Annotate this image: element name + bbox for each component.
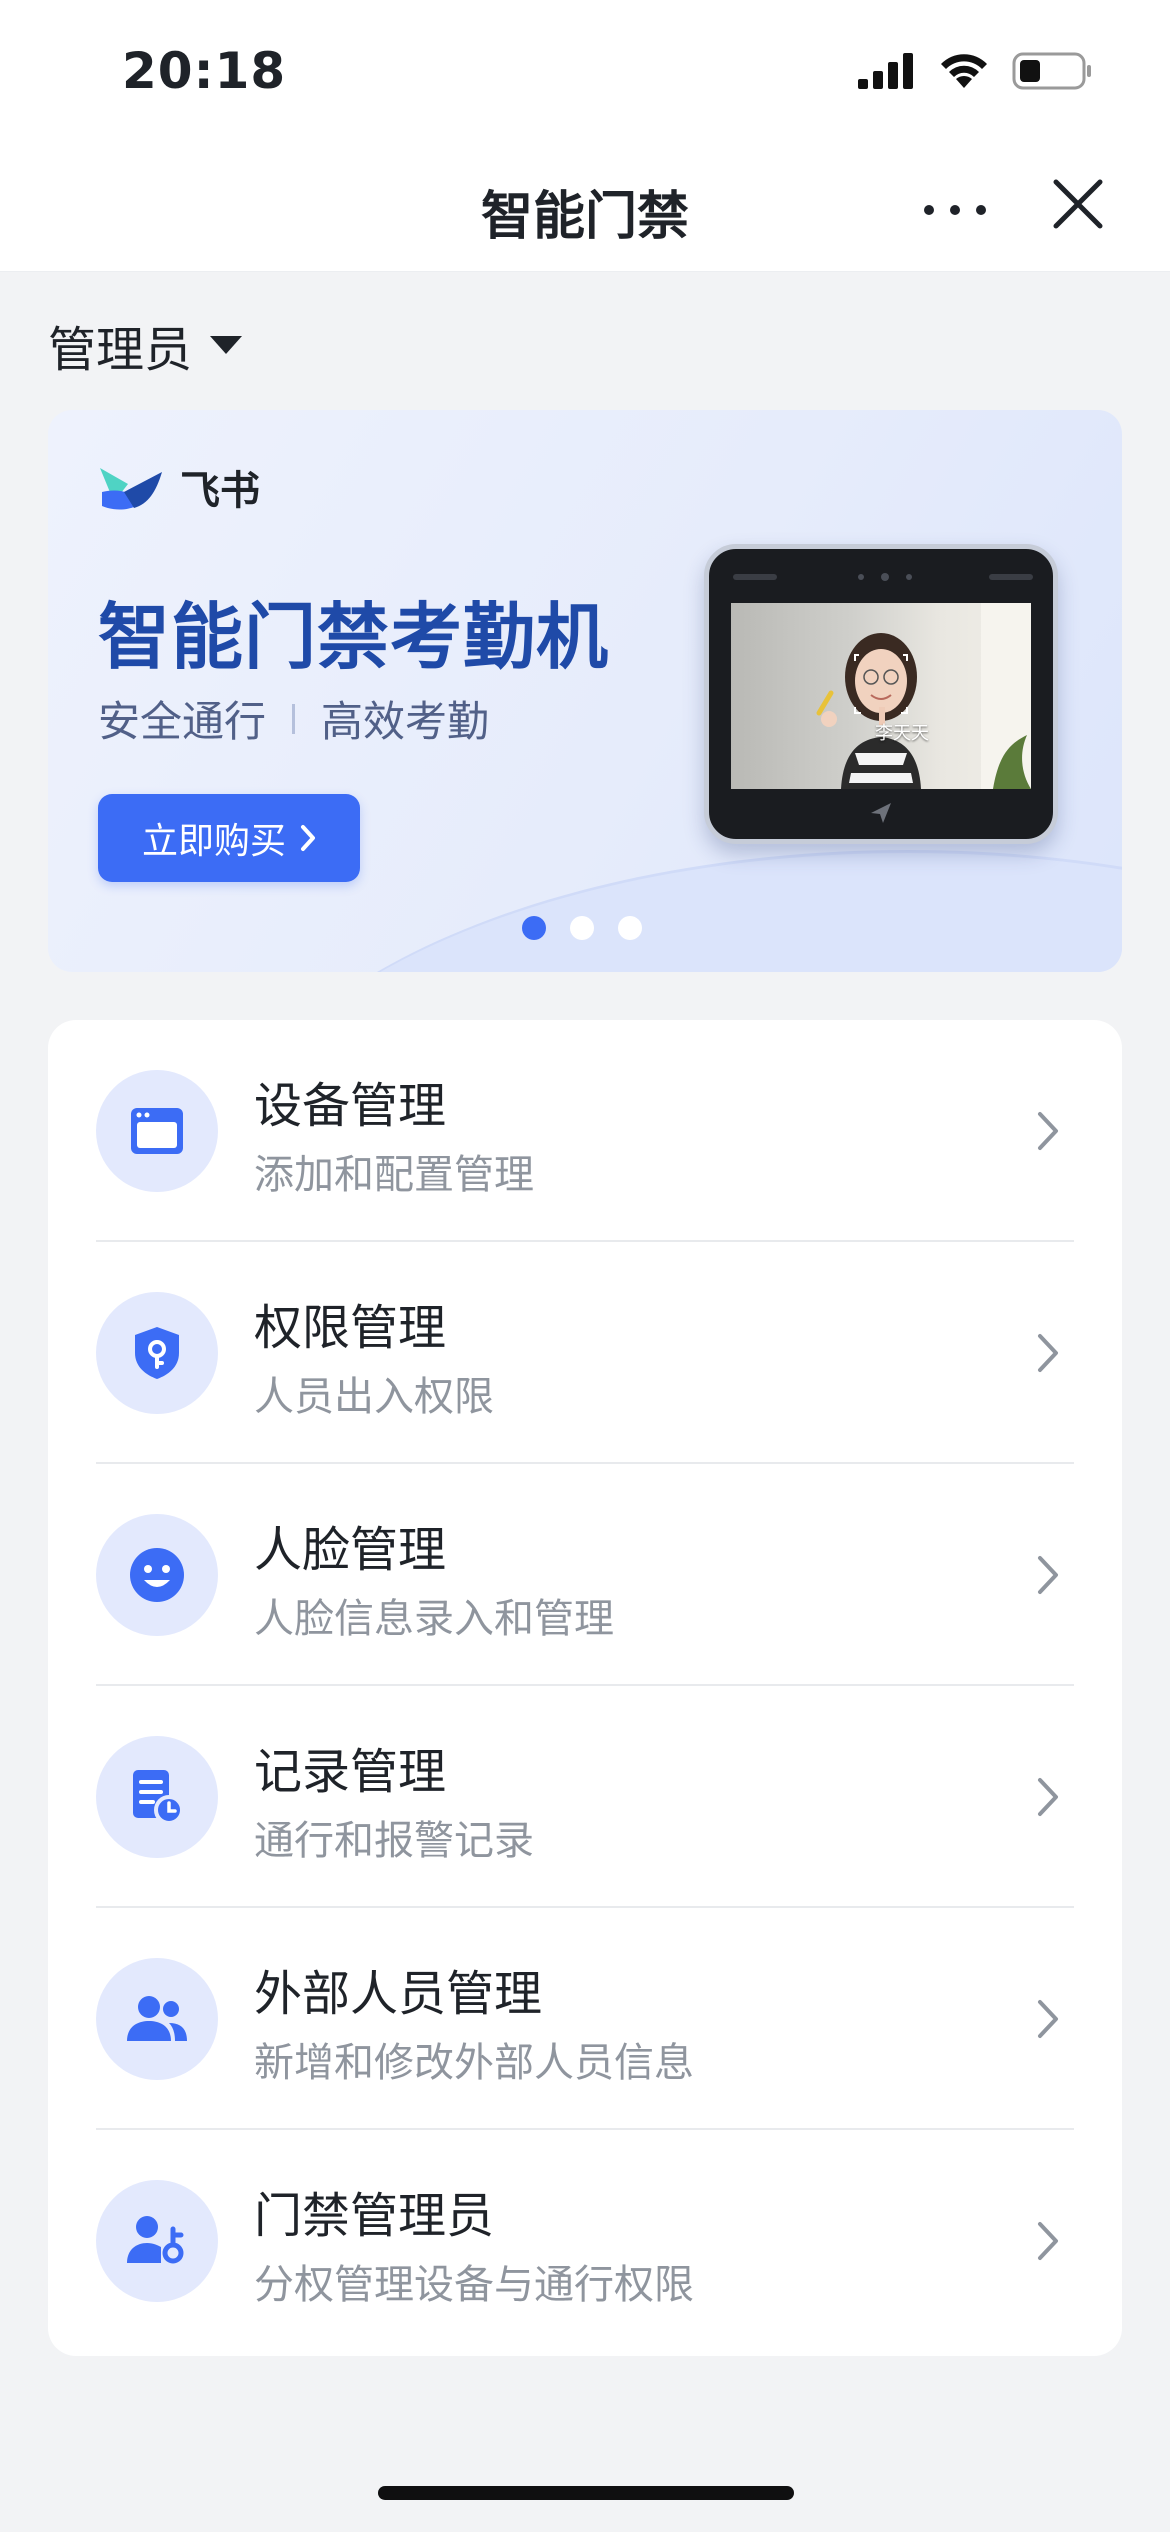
more-icon[interactable] [920, 190, 990, 230]
device-window-icon [96, 1070, 218, 1192]
menu-item-title: 设备管理 [254, 1078, 447, 1134]
wifi-icon [941, 54, 987, 88]
close-icon[interactable] [1048, 174, 1108, 234]
chevron-right-icon [1038, 1334, 1058, 1372]
person-key-icon [96, 2180, 218, 2302]
menu-item[interactable]: 门禁管理员分权管理设备与通行权限 [48, 2130, 1122, 2352]
carousel-dot[interactable] [618, 916, 642, 940]
promo-banner[interactable]: 飞书 智能门禁考勤机 安全通行 高效考勤 立即购买 李天天 [48, 410, 1122, 972]
banner-title: 智能门禁考勤机 [98, 595, 610, 679]
carousel-dot[interactable] [570, 916, 594, 940]
menu-item-title: 记录管理 [254, 1744, 447, 1800]
shield-key-icon [96, 1292, 218, 1414]
people-icon [96, 1958, 218, 2080]
caret-down-icon [210, 336, 243, 354]
buy-now-button[interactable]: 立即购买 [98, 794, 360, 882]
carousel-dot[interactable] [522, 916, 546, 940]
chevron-right-icon [1038, 1778, 1058, 1816]
menu-item-description: 人脸信息录入和管理 [254, 1596, 614, 1642]
device-screen: 李天天 [731, 603, 1031, 789]
chevron-right-icon [1038, 2000, 1058, 2038]
chevron-right-icon [1038, 2222, 1058, 2260]
menu-item[interactable]: 设备管理添加和配置管理 [48, 1020, 1122, 1242]
cellular-signal-icon [858, 53, 913, 89]
device-sensor-icon [733, 573, 1033, 581]
menu-card: 设备管理添加和配置管理权限管理人员出入权限人脸管理人脸信息录入和管理记录管理通行… [48, 1020, 1122, 2356]
person-photo-icon [816, 603, 1031, 789]
menu-item-description: 添加和配置管理 [254, 1152, 534, 1198]
menu-item[interactable]: 权限管理人员出入权限 [48, 1242, 1122, 1464]
subtitle-left: 安全通行 [98, 697, 267, 746]
menu-item-description: 通行和报警记录 [254, 1818, 534, 1864]
menu-item-description: 分权管理设备与通行权限 [254, 2262, 694, 2308]
access-device-image: 李天天 [704, 544, 1058, 844]
chevron-right-icon [301, 825, 315, 851]
menu-item[interactable]: 人脸管理人脸信息录入和管理 [48, 1464, 1122, 1686]
navigation-arrow-icon [871, 803, 891, 823]
nav-bar: 智能门禁 [0, 150, 1170, 272]
chevron-right-icon [1038, 1112, 1058, 1150]
menu-item-title: 门禁管理员 [254, 2188, 495, 2244]
page-title: 智能门禁 [480, 187, 689, 247]
document-clock-icon [96, 1736, 218, 1858]
banner-subtitle: 安全通行 高效考勤 [98, 688, 489, 749]
status-time: 20:18 [122, 42, 287, 100]
feishu-logo-icon [100, 468, 162, 510]
chevron-right-icon [1038, 1556, 1058, 1594]
carousel-indicator [522, 916, 642, 940]
menu-item-title: 权限管理 [254, 1300, 447, 1356]
subtitle-divider [292, 703, 296, 734]
menu-item-title: 人脸管理 [254, 1522, 447, 1578]
status-bar: 20:18 [0, 0, 1170, 150]
menu-item[interactable]: 记录管理通行和报警记录 [48, 1686, 1122, 1908]
brand: 飞书 [98, 458, 260, 516]
subtitle-right: 高效考勤 [321, 697, 490, 746]
menu-item-title: 外部人员管理 [254, 1966, 543, 2022]
brand-name: 飞书 [180, 468, 260, 514]
menu-item[interactable]: 外部人员管理新增和修改外部人员信息 [48, 1908, 1122, 2130]
home-indicator [378, 2486, 794, 2500]
battery-icon [1012, 52, 1091, 90]
device-recognized-name: 李天天 [875, 723, 929, 744]
menu-item-description: 新增和修改外部人员信息 [254, 2040, 694, 2086]
status-icons [858, 52, 1092, 90]
smiley-face-icon [96, 1514, 218, 1636]
menu-item-description: 人员出入权限 [254, 1374, 494, 1420]
role-label: 管理员 [48, 322, 193, 378]
role-selector[interactable]: 管理员 [48, 310, 243, 380]
buy-now-label: 立即购买 [141, 821, 286, 862]
